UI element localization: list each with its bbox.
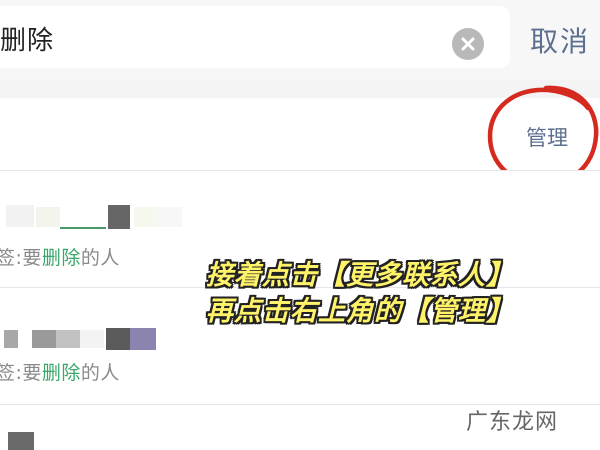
blurred-avatar-block — [4, 330, 18, 348]
search-field[interactable]: 删除 — [0, 6, 510, 68]
blurred-avatar-block — [6, 205, 34, 227]
keyword-highlight: 删除 — [41, 362, 81, 384]
manage-header: 管理 — [0, 98, 600, 170]
blurred-avatar-block — [8, 432, 34, 450]
caption-line-1: 接着点击【更多联系人】 — [206, 260, 514, 291]
tag-text: 签:要删除的人 — [0, 247, 120, 269]
blurred-avatar-block — [106, 328, 130, 350]
blurred-avatar-block — [130, 328, 156, 350]
section-gap — [0, 80, 600, 98]
manage-button[interactable]: 管理 — [526, 122, 568, 152]
blurred-avatar-block — [56, 330, 80, 348]
clear-search-button[interactable] — [452, 28, 484, 60]
blurred-avatar-block — [158, 207, 182, 227]
blurred-avatar-block — [32, 330, 56, 348]
blurred-avatar-block — [36, 207, 60, 227]
tutorial-caption: 接着点击【更多联系人】 再点击右上角的【管理】 — [206, 258, 514, 330]
watermark: 广东龙网 — [466, 410, 559, 435]
clear-circle-x-icon — [461, 37, 475, 51]
name-underline — [60, 227, 106, 229]
blurred-avatar-block — [108, 205, 130, 229]
cancel-button[interactable]: 取消 — [530, 20, 590, 60]
search-bar: 删除 取消 — [0, 0, 600, 80]
blurred-avatar-block — [134, 207, 158, 227]
blurred-avatar-block — [80, 330, 104, 348]
tag-text: 签:要删除的人 — [0, 362, 120, 384]
search-input[interactable]: 删除 — [0, 20, 54, 57]
keyword-highlight: 删除 — [41, 247, 81, 269]
caption-line-2: 再点击右上角的【管理】 — [206, 296, 514, 327]
